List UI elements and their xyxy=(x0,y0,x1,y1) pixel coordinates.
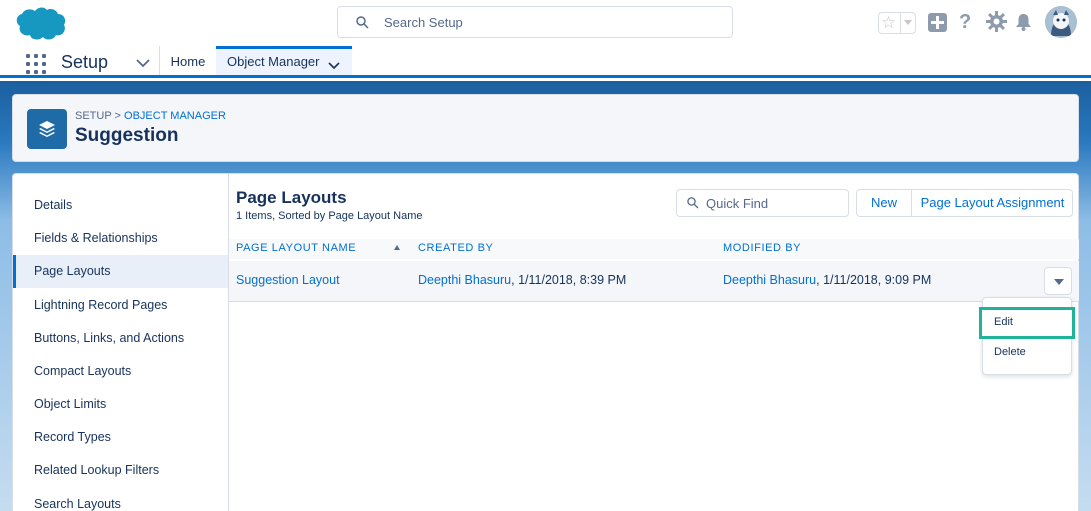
row-actions-button[interactable] xyxy=(1044,267,1072,295)
page-layout-name-cell: Suggestion Layout xyxy=(236,273,340,287)
modified-by-user-link[interactable]: Deepthi Bhasuru xyxy=(723,273,816,287)
sidebar-item-lightning-record-pages[interactable]: Lightning Record Pages xyxy=(13,289,228,322)
chevron-down-icon xyxy=(1054,279,1064,285)
sidebar-item-label: Object Limits xyxy=(34,397,107,411)
search-icon xyxy=(356,16,369,32)
modified-by-cell: Deepthi Bhasuru, 1/11/2018, 9:09 PM xyxy=(723,273,931,287)
breadcrumb-object-manager-link[interactable]: OBJECT MANAGER xyxy=(124,110,226,122)
sidebar-item-label: Buttons, Links, and Actions xyxy=(34,331,185,345)
sidebar-item-compact-layouts[interactable]: Compact Layouts xyxy=(13,355,228,388)
section-subtitle: 1 Items, Sorted by Page Layout Name xyxy=(236,210,423,222)
row-actions-menu: Edit Delete xyxy=(979,297,1075,375)
object-layers-icon xyxy=(27,109,67,149)
help-icon[interactable]: ? xyxy=(958,11,974,36)
breadcrumb-separator: > xyxy=(111,110,125,122)
app-nav-bar: Setup Home Object Manager xyxy=(0,46,1091,78)
column-header-created-by[interactable]: CREATED BY xyxy=(418,242,493,254)
chevron-down-icon[interactable] xyxy=(904,20,912,25)
column-header-modified-by[interactable]: MODIFIED BY xyxy=(723,242,801,254)
page-layout-assignment-button[interactable]: Page Layout Assignment xyxy=(912,190,1073,216)
chevron-down-icon[interactable] xyxy=(328,58,340,73)
menu-item-label: Delete xyxy=(994,346,1026,358)
salesforce-logo-icon[interactable] xyxy=(13,5,67,44)
quick-find-input[interactable]: Quick Find xyxy=(676,189,849,217)
divider xyxy=(900,13,901,33)
table-row: Suggestion Layout Deepthi Bhasuru, 1/11/… xyxy=(229,261,1079,302)
sidebar-item-buttons-links-actions[interactable]: Buttons, Links, and Actions xyxy=(13,322,228,355)
tab-object-manager[interactable]: Object Manager xyxy=(216,46,352,75)
sidebar-item-label: Page Layouts xyxy=(34,264,111,278)
global-search-input[interactable]: Search Setup xyxy=(337,6,733,38)
sidebar-item-record-types[interactable]: Record Types xyxy=(13,421,228,454)
menu-item-delete[interactable]: Delete xyxy=(983,342,1071,366)
app-launcher-icon[interactable] xyxy=(26,54,46,74)
sidebar-item-fields-relationships[interactable]: Fields & Relationships xyxy=(13,222,228,255)
sort-ascending-icon[interactable] xyxy=(394,245,400,250)
chevron-down-icon[interactable] xyxy=(136,56,150,71)
sidebar-item-label: Compact Layouts xyxy=(34,364,132,378)
tab-label: Object Manager xyxy=(227,54,320,69)
page-header: SETUP > OBJECT MANAGER Suggestion xyxy=(12,94,1079,162)
content-area: Page Layouts 1 Items, Sorted by Page Lay… xyxy=(229,174,1079,511)
breadcrumb-root: SETUP xyxy=(75,110,112,122)
sidebar-item-label: Search Layouts xyxy=(34,497,121,511)
favorites-button[interactable]: ☆ xyxy=(878,12,916,34)
svg-text:?: ? xyxy=(959,11,971,33)
menu-item-edit[interactable]: Edit xyxy=(979,307,1075,339)
sidebar-item-label: Related Lookup Filters xyxy=(34,463,160,477)
sidebar-item-object-limits[interactable]: Object Limits xyxy=(13,388,228,421)
search-icon xyxy=(687,197,699,212)
search-placeholder: Search Setup xyxy=(384,15,463,30)
sidebar-item-details[interactable]: Details xyxy=(13,189,228,222)
sidebar-item-related-lookup-filters[interactable]: Related Lookup Filters xyxy=(13,454,228,487)
sidebar-item-label: Record Types xyxy=(34,430,111,444)
tab-home[interactable]: Home xyxy=(160,46,216,75)
avatar[interactable] xyxy=(1045,6,1077,38)
sidebar-item-search-layouts[interactable]: Search Layouts xyxy=(13,488,228,511)
menu-item-label: Edit xyxy=(994,316,1013,328)
column-header-page-layout-name[interactable]: PAGE LAYOUT NAME xyxy=(236,242,356,254)
button-group: New Page Layout Assignment xyxy=(856,189,1073,217)
section-title: Page Layouts xyxy=(236,188,347,207)
modified-date: , 1/11/2018, 9:09 PM xyxy=(816,273,932,287)
created-by-user-link[interactable]: Deepthi Bhasuru xyxy=(418,273,511,287)
created-by-cell: Deepthi Bhasuru, 1/11/2018, 8:39 PM xyxy=(418,273,626,287)
sidebar-item-label: Details xyxy=(34,198,73,212)
gear-icon[interactable] xyxy=(986,11,1007,35)
app-name: Setup xyxy=(61,52,109,72)
page-title: Suggestion xyxy=(75,125,179,146)
sidebar-item-label: Fields & Relationships xyxy=(34,231,158,245)
star-icon: ☆ xyxy=(881,13,897,32)
sidebar-item-label: Lightning Record Pages xyxy=(34,298,168,312)
breadcrumb: SETUP > OBJECT MANAGER xyxy=(75,110,226,122)
created-date: , 1/11/2018, 8:39 PM xyxy=(511,273,627,287)
object-sidebar: Details Fields & Relationships Page Layo… xyxy=(13,174,229,511)
add-icon[interactable] xyxy=(928,13,947,35)
global-header: Search Setup ☆ ? xyxy=(0,0,1091,46)
new-button[interactable]: New xyxy=(857,190,912,216)
table-header: PAGE LAYOUT NAME CREATED BY MODIFIED BY xyxy=(229,239,1079,259)
page-layout-link[interactable]: Suggestion Layout xyxy=(236,273,340,287)
main-panel: Details Fields & Relationships Page Layo… xyxy=(12,173,1079,511)
quick-find-placeholder: Quick Find xyxy=(706,196,769,211)
notification-bell-icon[interactable] xyxy=(1015,13,1032,34)
sidebar-item-page-layouts[interactable]: Page Layouts xyxy=(13,255,228,288)
